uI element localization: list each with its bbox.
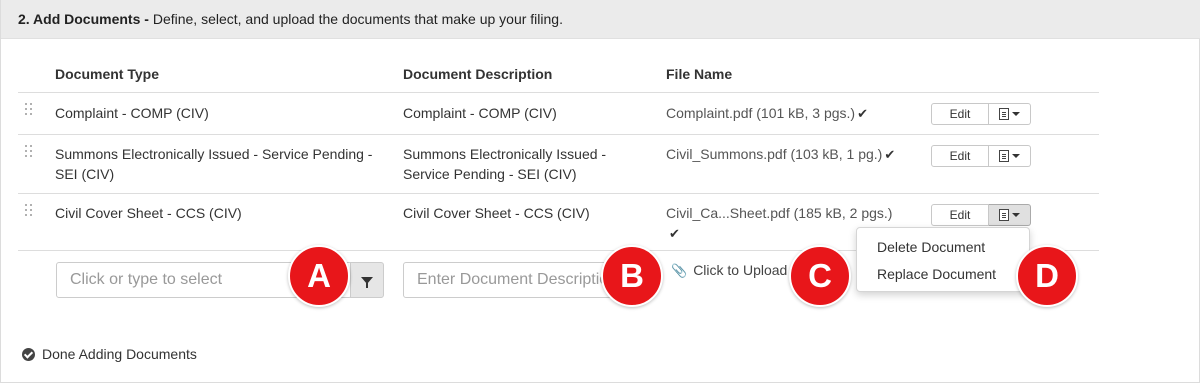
filter-button[interactable] <box>350 262 384 298</box>
drag-handle-icon[interactable] <box>25 103 35 117</box>
paperclip-icon: 📎 <box>671 263 688 278</box>
edit-button[interactable]: Edit <box>931 204 989 226</box>
menu-item-replace-document[interactable]: Replace Document <box>877 266 996 282</box>
menu-item-delete-document[interactable]: Delete Document <box>877 239 985 255</box>
document-menu-button[interactable] <box>989 103 1031 125</box>
drag-handle-icon[interactable] <box>25 204 35 218</box>
column-header-document-type: Document Type <box>55 66 159 82</box>
document-description-cell: Civil Cover Sheet - CCS (CIV) <box>403 205 590 221</box>
table-row: Summons Electronically Issued - Service … <box>18 134 1099 193</box>
document-description-cell: Summons Electronically Issued - Service P… <box>403 146 607 182</box>
callout-badge-b: B <box>601 245 663 307</box>
row-actions: Edit <box>931 204 1031 226</box>
document-type-cell: Summons Electronically Issued - Service … <box>55 146 373 182</box>
chevron-down-icon <box>1012 213 1020 217</box>
file-name-cell: Complaint.pdf (101 kB, 3 pgs.) ✔ <box>666 103 868 124</box>
drag-handle-icon[interactable] <box>25 145 35 159</box>
row-actions: Edit <box>931 145 1031 167</box>
callout-badge-a: A <box>288 245 350 307</box>
document-icon <box>999 209 1009 221</box>
step-description: Define, select, and upload the documents… <box>148 11 563 27</box>
checkmark-icon: ✔ <box>669 226 680 241</box>
table-row: Complaint - COMP (CIV) Complaint - COMP … <box>18 92 1099 134</box>
done-adding-documents-button[interactable]: Done Adding Documents <box>22 346 197 362</box>
document-icon <box>999 108 1009 120</box>
row-actions: Edit <box>931 103 1031 125</box>
document-type-cell: Civil Cover Sheet - CCS (CIV) <box>55 205 242 221</box>
callout-badge-c: C <box>789 245 851 307</box>
checkmark-icon: ✔ <box>857 106 869 121</box>
file-name: Complaint.pdf (101 kB, 3 pgs.) <box>666 105 856 121</box>
document-description-cell: Complaint - COMP (CIV) <box>403 105 557 121</box>
document-description-input[interactable]: Enter Document Description <box>403 262 635 298</box>
upload-label: Click to Upload <box>693 262 788 278</box>
document-type-cell: Complaint - COMP (CIV) <box>55 105 209 121</box>
document-icon <box>999 150 1009 162</box>
done-label: Done Adding Documents <box>42 346 197 362</box>
chevron-down-icon <box>1012 112 1020 116</box>
file-name: Civil_Summons.pdf (103 kB, 1 pg.) <box>666 146 883 162</box>
add-documents-panel: 2. Add Documents - Define, select, and u… <box>0 0 1200 383</box>
file-name: Civil_Ca...Sheet.pdf (185 kB, 2 pgs.) <box>666 205 893 221</box>
panel-title: 2. Add Documents - Define, select, and u… <box>18 11 563 27</box>
filter-icon <box>361 276 373 288</box>
file-name-cell: Civil_Summons.pdf (103 kB, 1 pg.) ✔ <box>666 144 895 165</box>
document-menu-button[interactable] <box>989 204 1031 226</box>
chevron-down-icon <box>1012 154 1020 158</box>
panel-header: 2. Add Documents - Define, select, and u… <box>1 0 1200 39</box>
step-label: 2. Add Documents - <box>18 11 149 27</box>
checkmark-icon: ✔ <box>884 147 896 162</box>
edit-button[interactable]: Edit <box>931 145 989 167</box>
column-header-document-description: Document Description <box>403 66 553 82</box>
document-menu-button[interactable] <box>989 145 1031 167</box>
upload-link[interactable]: 📎 Click to Upload <box>671 262 787 279</box>
edit-button[interactable]: Edit <box>931 103 989 125</box>
check-circle-icon <box>22 347 35 361</box>
column-header-file-name: File Name <box>666 66 733 82</box>
callout-badge-d: D <box>1016 245 1078 307</box>
document-actions-menu: Delete Document Replace Document <box>856 227 1030 292</box>
